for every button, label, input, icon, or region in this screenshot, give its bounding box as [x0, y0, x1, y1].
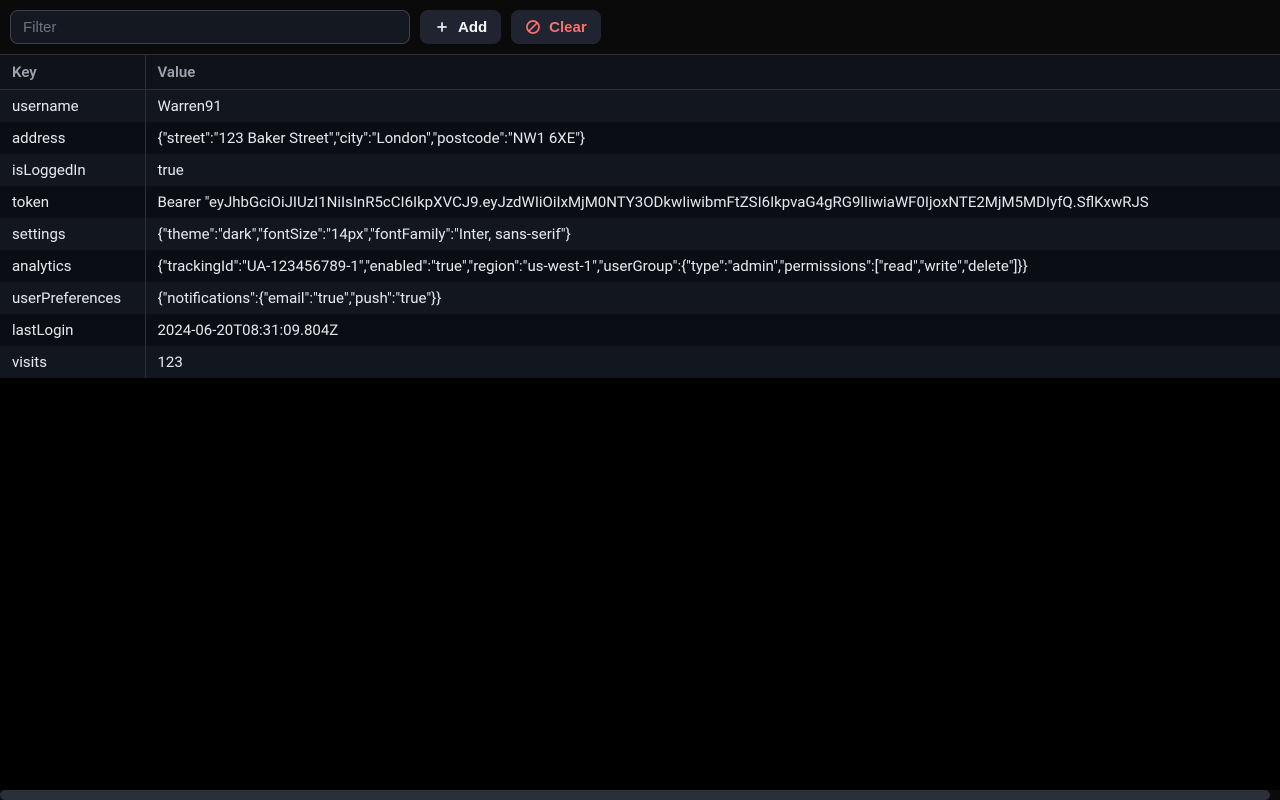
table-row[interactable]: tokenBearer "eyJhbGciOiJIUzI1NiIsInR5cCI…	[0, 186, 1280, 218]
cell-key[interactable]: analytics	[0, 250, 145, 282]
plus-icon	[434, 19, 450, 35]
table-row[interactable]: userPreferences{"notifications":{"email"…	[0, 282, 1280, 314]
storage-table: Key Value usernameWarren91address{"stree…	[0, 55, 1280, 378]
cell-key[interactable]: token	[0, 186, 145, 218]
table-row[interactable]: isLoggedIntrue	[0, 154, 1280, 186]
table-row[interactable]: lastLogin2024-06-20T08:31:09.804Z	[0, 314, 1280, 346]
table-row[interactable]: settings{"theme":"dark","fontSize":"14px…	[0, 218, 1280, 250]
horizontal-scrollbar-thumb[interactable]	[0, 790, 1270, 800]
cell-key[interactable]: visits	[0, 346, 145, 378]
clear-button-label: Clear	[549, 19, 587, 36]
column-header-value[interactable]: Value	[145, 55, 1280, 90]
clear-button[interactable]: Clear	[511, 10, 601, 44]
toolbar: Add Clear	[0, 0, 1280, 55]
cell-value[interactable]: Bearer "eyJhbGciOiJIUzI1NiIsInR5cCI6IkpX…	[145, 186, 1280, 218]
cell-value[interactable]: 2024-06-20T08:31:09.804Z	[145, 314, 1280, 346]
table-row[interactable]: address{"street":"123 Baker Street","cit…	[0, 122, 1280, 154]
cell-key[interactable]: lastLogin	[0, 314, 145, 346]
cell-key[interactable]: settings	[0, 218, 145, 250]
horizontal-scrollbar-track	[0, 790, 1280, 800]
cell-value[interactable]: {"street":"123 Baker Street","city":"Lon…	[145, 122, 1280, 154]
prohibit-icon	[525, 19, 541, 35]
table-row[interactable]: visits123	[0, 346, 1280, 378]
cell-value[interactable]: true	[145, 154, 1280, 186]
cell-key[interactable]: userPreferences	[0, 282, 145, 314]
cell-value[interactable]: {"theme":"dark","fontSize":"14px","fontF…	[145, 218, 1280, 250]
add-button-label: Add	[458, 19, 487, 36]
cell-value[interactable]: Warren91	[145, 90, 1280, 123]
cell-key[interactable]: isLoggedIn	[0, 154, 145, 186]
column-header-key[interactable]: Key	[0, 55, 145, 90]
table-row[interactable]: analytics{"trackingId":"UA-123456789-1",…	[0, 250, 1280, 282]
table-header-row: Key Value	[0, 55, 1280, 90]
table-row[interactable]: usernameWarren91	[0, 90, 1280, 123]
cell-value[interactable]: {"notifications":{"email":"true","push":…	[145, 282, 1280, 314]
filter-input[interactable]	[10, 10, 410, 44]
cell-key[interactable]: address	[0, 122, 145, 154]
cell-value[interactable]: 123	[145, 346, 1280, 378]
cell-key[interactable]: username	[0, 90, 145, 123]
cell-value[interactable]: {"trackingId":"UA-123456789-1","enabled"…	[145, 250, 1280, 282]
add-button[interactable]: Add	[420, 10, 501, 44]
